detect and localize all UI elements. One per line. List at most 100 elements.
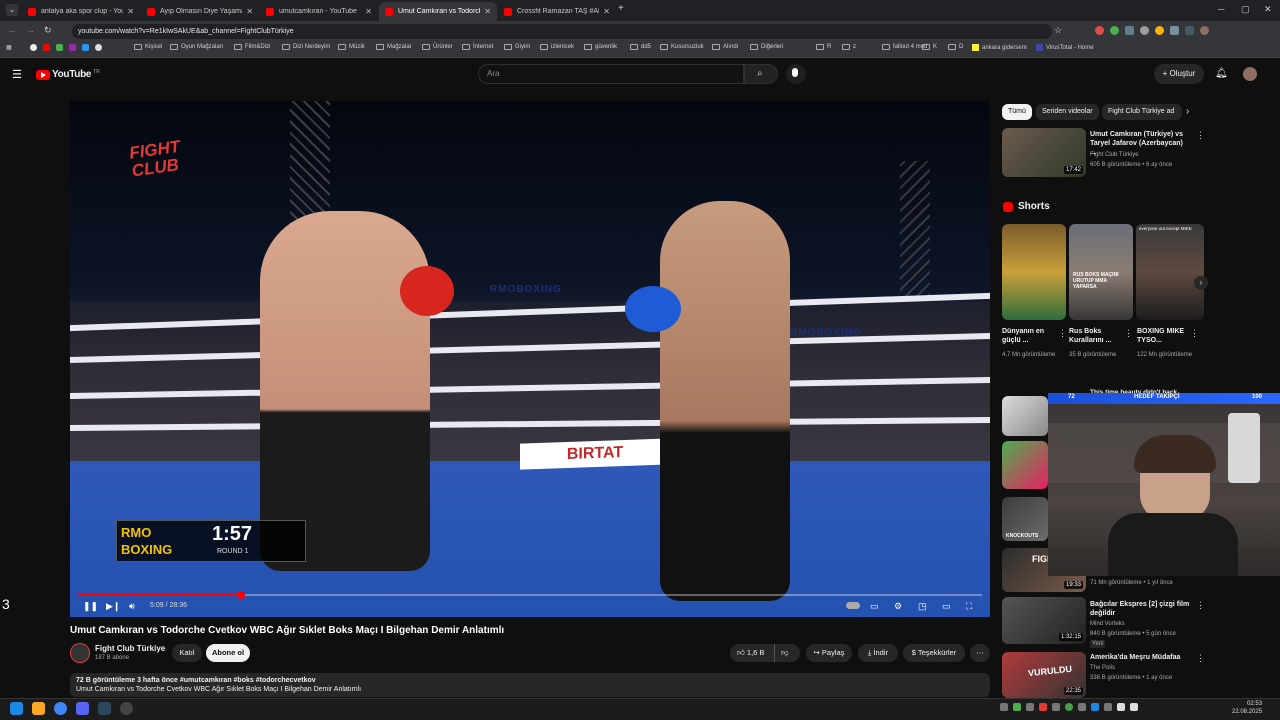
bookmark-folder-k[interactable]: K xyxy=(922,44,937,50)
bookmark-folder-giyim[interactable]: Giyim xyxy=(504,44,530,50)
more-vertical-icon[interactable]: ⋮ xyxy=(1058,328,1067,339)
more-vertical-icon[interactable]: ⋮ xyxy=(1196,653,1205,664)
windows-start-icon[interactable] xyxy=(10,702,23,715)
tray-icon[interactable] xyxy=(1026,703,1034,711)
like-button[interactable]: 👍︎ 1,6 B xyxy=(737,648,764,657)
more-vertical-icon[interactable]: ⋮ xyxy=(1190,328,1199,339)
voice-search-button[interactable] xyxy=(786,64,806,84)
chrome-icon[interactable] xyxy=(54,702,67,715)
bookmark-folder-guvenlik[interactable]: güvenlik xyxy=(584,44,617,50)
bookmark-folder-digerleri[interactable]: Diğerleri xyxy=(750,44,783,50)
short-thumbnail-3[interactable]: everyone out except MIKE xyxy=(1136,224,1204,320)
pause-button[interactable]: ❚❚ xyxy=(83,600,98,612)
bookmark-folder-magzalar[interactable]: Mağzalar xyxy=(376,44,412,50)
bookmark-folder-dizi[interactable]: Dizi Nerdeyim xyxy=(282,44,330,50)
related-video-channel[interactable]: The Polis xyxy=(1090,664,1115,672)
tray-icon[interactable] xyxy=(1065,703,1073,711)
bookmark-folder-dd5[interactable]: dd5 xyxy=(630,44,651,50)
related-video-thumbnail[interactable] xyxy=(1002,396,1048,436)
channel-avatar[interactable] xyxy=(70,643,90,663)
browser-tab-4[interactable]: Umut Camkıran vs Todorche ✕ xyxy=(379,2,497,21)
account-avatar[interactable] xyxy=(1243,67,1257,81)
close-tab-icon[interactable]: ✕ xyxy=(365,7,372,16)
forward-icon[interactable]: → xyxy=(26,25,35,35)
share-button[interactable]: ↪ Paylaş xyxy=(806,644,852,662)
create-button[interactable]: + Oluştur xyxy=(1154,64,1204,84)
more-vertical-icon[interactable]: ⋮ xyxy=(1196,600,1205,611)
video-progress-bar[interactable] xyxy=(78,591,982,599)
theater-mode-button[interactable]: ▭ xyxy=(942,600,951,612)
extension-icon[interactable] xyxy=(1170,26,1179,35)
bookmark-folder-kusursuzluk[interactable]: Kusursuzluk xyxy=(660,44,704,50)
extension-icon[interactable] xyxy=(1140,26,1149,35)
address-bar-input[interactable]: youtube.com/watch?v=Re1kIwSAkUE&ab_chann… xyxy=(72,24,1052,39)
miniplayer-button[interactable]: ◳ xyxy=(918,600,927,612)
profile-avatar-icon[interactable] xyxy=(1200,26,1209,35)
short-title-2[interactable]: Rus Boks Kurallarını ... xyxy=(1069,327,1123,345)
browser-tab-1[interactable]: antalya aka spor clup - YouTube✕ xyxy=(22,2,140,21)
new-tab-button[interactable]: + xyxy=(618,3,624,14)
related-video-thumbnail[interactable]: KNOCKOUTS xyxy=(1002,497,1048,541)
close-tab-icon[interactable]: ✕ xyxy=(484,7,491,16)
tab-search-button[interactable]: ⌄ xyxy=(6,4,18,16)
bookmark-folder-fallout[interactable]: fallout 4 mod xyxy=(882,44,927,50)
chip-all[interactable]: Tümü xyxy=(1002,104,1032,120)
chevron-right-icon[interactable]: › xyxy=(1186,106,1189,117)
bookmark-folder-film[interactable]: Film&Dizi xyxy=(234,44,270,50)
bookmark-ankara[interactable]: ankara gidersem xyxy=(972,44,1027,51)
bookmark-virustotal[interactable]: VirusTotal - Home xyxy=(1036,44,1094,51)
steam-icon[interactable] xyxy=(98,702,111,715)
video-scrubber-handle[interactable] xyxy=(236,591,245,599)
related-video-title[interactable]: Amerika'da Meşru Müdafaa xyxy=(1090,653,1190,662)
bookmark-folder-oyun[interactable]: Oyun Mağzaları xyxy=(170,44,223,50)
maximize-window-icon[interactable]: ▢ xyxy=(1241,4,1250,15)
bookmark-folder-internet[interactable]: İnternet xyxy=(462,44,493,50)
video-description[interactable]: 72 B görüntüleme 3 hafta önce #umutcamkı… xyxy=(70,673,990,697)
thanks-button[interactable]: $ Teşekkürler xyxy=(903,644,965,662)
settings-button[interactable]: ⚙ xyxy=(894,600,902,612)
chip-series[interactable]: Seriden videolar xyxy=(1036,104,1099,120)
shorts-next-button[interactable]: › xyxy=(1194,276,1208,290)
related-video-channel[interactable]: Fight Club Türkiye xyxy=(1090,151,1139,159)
volume-tray-icon[interactable] xyxy=(1130,703,1138,711)
tray-icon[interactable] xyxy=(1039,703,1047,711)
short-thumbnail-2[interactable]: RUS BOKS MAÇINI URUTUP MMA YAPARSA xyxy=(1069,224,1133,320)
more-vertical-icon[interactable]: ⋮ xyxy=(1196,130,1205,141)
tray-icon[interactable] xyxy=(1091,703,1099,711)
bookmark-folder-muzik[interactable]: Müzik xyxy=(338,44,365,50)
close-tab-icon[interactable]: ✕ xyxy=(246,7,253,16)
tray-icon[interactable] xyxy=(1013,703,1021,711)
browser-tab-3[interactable]: umutcamkıran - YouTube ✕ xyxy=(260,2,378,21)
bookmark-folder-alindi[interactable]: Alındı xyxy=(712,44,738,50)
bookmark-folder-z[interactable]: z xyxy=(842,44,856,50)
obs-icon[interactable] xyxy=(120,702,133,715)
related-video-thumbnail[interactable] xyxy=(1002,441,1048,489)
extension-icon[interactable] xyxy=(1155,26,1164,35)
bookmark-folder-d[interactable]: D xyxy=(948,44,963,50)
more-actions-button[interactable]: ⋯ xyxy=(970,644,990,662)
fullscreen-button[interactable]: ⛶ xyxy=(966,600,972,612)
autoplay-toggle[interactable] xyxy=(846,600,860,612)
wifi-icon[interactable] xyxy=(1117,703,1125,711)
download-button[interactable]: ⤓ İndir xyxy=(858,644,898,662)
related-video-thumbnail[interactable]: VURULDU 22:35 xyxy=(1002,652,1086,698)
short-title-1[interactable]: Dünyanın en güçlü ... xyxy=(1002,327,1056,345)
dislike-button[interactable]: 👎︎ xyxy=(781,644,789,662)
notifications-bell-icon[interactable]: 🔔︎ xyxy=(1215,68,1228,79)
bookmark-folder-kisisel[interactable]: Kişisel xyxy=(134,44,162,50)
chip-channel[interactable]: Fight Club Türkiye ad xyxy=(1102,104,1182,120)
close-window-icon[interactable]: ✕ xyxy=(1264,4,1272,15)
taskbar-clock[interactable]: 02:53 22.08.2025 xyxy=(1232,700,1262,716)
menu-hamburger-icon[interactable]: ☰ xyxy=(12,68,22,81)
bookmark-folder-izlenicek[interactable]: izlenicek xyxy=(540,44,574,50)
bookmark-folder-r[interactable]: R xyxy=(816,44,831,50)
video-player[interactable]: RMOBOXING RMOBOXING BIRTAT FIGHT CLUB RM… xyxy=(70,101,990,617)
browser-tab-5[interactable]: Crossfit Ramazan TAŞ #AKATA✕ xyxy=(498,2,616,21)
subtitles-button[interactable]: ▭ xyxy=(870,600,879,612)
tray-icon[interactable] xyxy=(1104,703,1112,711)
minimize-window-icon[interactable]: ─ xyxy=(1218,4,1224,14)
related-video-thumbnail[interactable]: 17:42 xyxy=(1002,128,1086,177)
search-input[interactable]: Ara xyxy=(478,64,744,84)
next-button[interactable]: ▶❙ xyxy=(106,600,120,612)
close-tab-icon[interactable]: ✕ xyxy=(127,7,134,16)
